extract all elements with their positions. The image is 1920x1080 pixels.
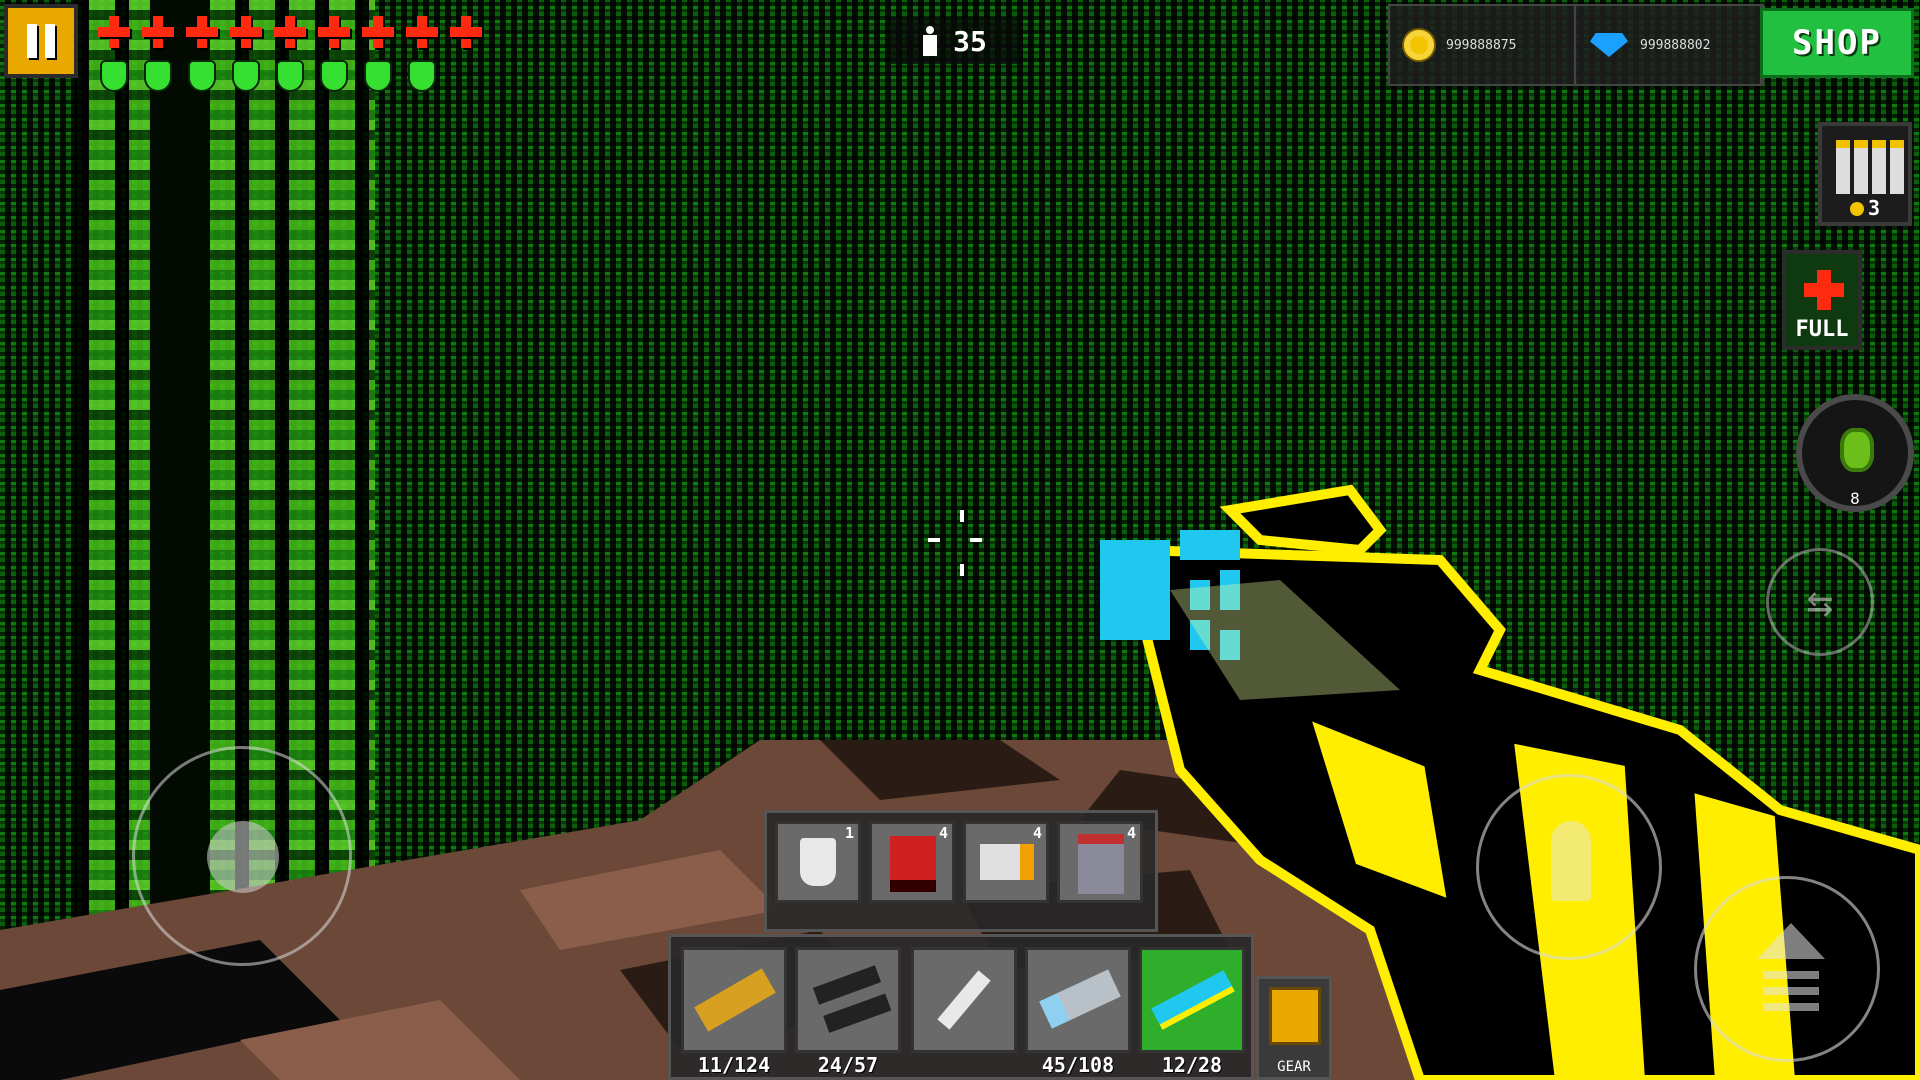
coins-value: 999888875 <box>1446 37 1517 53</box>
health-heart-icon <box>98 16 130 48</box>
jetpack-icon <box>980 844 1034 880</box>
crosshair <box>928 510 982 576</box>
plasma-launcher-icon <box>1039 969 1121 1029</box>
medkit-icon <box>1804 270 1844 310</box>
gadget-slot-turret[interactable]: 4 <box>869 821 955 903</box>
medkit-button[interactable]: FULL <box>1782 250 1862 350</box>
weapon-slot-plasma-launcher[interactable] <box>1025 947 1131 1053</box>
health-heart-icon <box>230 16 262 48</box>
weapon-slot-laser-rifle[interactable] <box>1139 947 1245 1053</box>
backpack-icon <box>1269 987 1321 1045</box>
coins-display: 999888875 <box>1390 6 1576 84</box>
health-heart-icon <box>318 16 350 48</box>
weapon-ammo: 11/124 <box>697 1053 771 1077</box>
gem-icon <box>1590 33 1628 57</box>
ammo-price: 3 <box>1822 196 1908 220</box>
golden-rifle-icon <box>694 968 776 1032</box>
turret-icon <box>890 836 936 892</box>
gems-value: 999888802 <box>1640 37 1711 53</box>
gadget-slot-jetpack[interactable]: 4 <box>963 821 1049 903</box>
armor-shield-icon <box>234 62 258 90</box>
coin-icon <box>1404 30 1434 60</box>
armor-shield-icon <box>102 62 126 90</box>
armor-shield-icon <box>146 62 170 90</box>
gear-label: GEAR <box>1277 1059 1311 1075</box>
weapon-ammo: 24/57 <box>817 1053 879 1077</box>
gadget-bar: 1 4 4 4 <box>764 810 1158 932</box>
weapon-slot-dual-pistols[interactable] <box>795 947 901 1053</box>
player-icon <box>923 26 938 56</box>
weapon-ammo: 12/28 <box>1161 1053 1223 1077</box>
weapon-swap-button[interactable]: ⇆ <box>1766 548 1874 656</box>
weapon-slot-golden-rifle[interactable] <box>681 947 787 1053</box>
health-heart-icon <box>186 16 218 48</box>
shop-button[interactable]: SHOP <box>1760 8 1914 78</box>
movement-joystick[interactable] <box>132 746 352 966</box>
armor-shield-icon <box>278 62 302 90</box>
armor-bar <box>102 62 434 90</box>
buy-ammo-button[interactable]: 3 <box>1818 122 1912 226</box>
weapon-ammo: 45/108 <box>1041 1053 1115 1077</box>
kill-counter: 35 <box>890 18 1020 64</box>
jump-button[interactable] <box>1694 876 1880 1062</box>
weapon-slot-knife[interactable] <box>911 947 1017 1053</box>
armor-shield-icon <box>410 62 434 90</box>
pause-button[interactable] <box>4 4 78 78</box>
health-bar <box>98 16 482 48</box>
dual-pistols-icon <box>812 965 882 1005</box>
armor-shield-icon <box>322 62 346 90</box>
grenade-icon <box>1840 428 1874 472</box>
joystick-knob[interactable] <box>207 821 279 893</box>
arrow-up-icon <box>1757 923 1825 959</box>
swap-icon: ⇆ <box>1806 576 1834 628</box>
gadget-slot-potion[interactable]: 1 <box>775 821 861 903</box>
fire-button[interactable] <box>1476 774 1662 960</box>
grenade-button[interactable]: 8 <box>1796 394 1914 512</box>
potion-icon <box>800 838 836 886</box>
gear-button[interactable]: GEAR <box>1256 976 1332 1080</box>
pause-icon <box>27 24 37 58</box>
knife-icon <box>937 970 991 1030</box>
health-heart-icon <box>142 16 174 48</box>
armor-shield-icon <box>366 62 390 90</box>
health-heart-icon <box>450 16 482 48</box>
medkit-label: FULL <box>1795 317 1849 342</box>
bullet-icon <box>1551 821 1591 901</box>
armor-shield-icon <box>190 62 214 90</box>
currency-panel: 999888875 999888802 <box>1388 4 1764 86</box>
grenade-count: 8 <box>1850 489 1860 508</box>
health-heart-icon <box>274 16 306 48</box>
health-heart-icon <box>406 16 438 48</box>
gadget-slot-mech[interactable]: 4 <box>1057 821 1143 903</box>
laser-rifle-icon <box>1151 970 1235 1030</box>
weapon-bar: 11/124 24/57 45/108 12/28 <box>668 934 1254 1080</box>
health-heart-icon <box>362 16 394 48</box>
bullet-icon <box>1836 140 1850 194</box>
gems-display: 999888802 <box>1576 6 1762 84</box>
mech-icon <box>1078 834 1124 894</box>
coin-icon <box>1849 202 1864 216</box>
kill-count: 35 <box>953 24 987 58</box>
